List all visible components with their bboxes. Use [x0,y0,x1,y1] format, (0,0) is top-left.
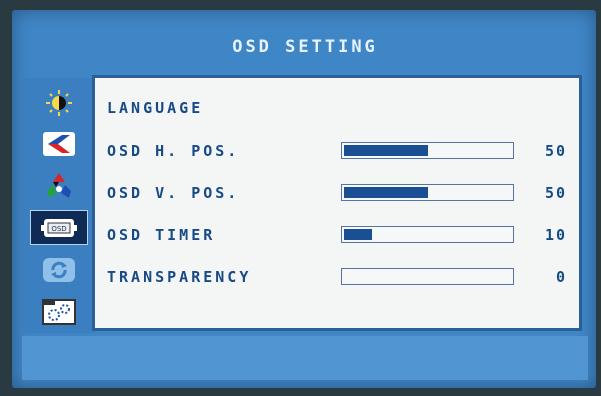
osd-timer-value: 10 [544,226,567,244]
osd-h-pos-slider[interactable] [341,142,514,159]
monitor-bezel: OSD SETTING OSD LANGUAGE OSD H. POS. 50 … [0,0,601,396]
osd-timer-fill [344,229,372,240]
osd-h-pos-label: OSD H. POS. [107,142,240,160]
sidebar-item-osd[interactable]: OSD [30,210,88,245]
osd-h-pos-fill [344,145,428,156]
row-transparency[interactable]: TRANSPARENCY 0 [107,265,567,289]
transparency-label: TRANSPARENCY [107,268,252,286]
row-language[interactable]: LANGUAGE [107,96,567,120]
osd-screen: OSD SETTING OSD LANGUAGE OSD H. POS. 50 … [12,10,596,388]
osd-v-pos-slider[interactable] [341,184,514,201]
image-position-icon [43,131,75,156]
sidebar-item-color[interactable] [30,168,88,203]
osd-h-pos-value: 50 [544,142,567,160]
osd-v-pos-label: OSD V. POS. [107,184,240,202]
row-osd-timer[interactable]: OSD TIMER 10 [107,223,567,247]
misc-settings-icon [42,298,76,325]
osd-icon: OSD [41,218,77,237]
brightness-contrast-icon [46,89,72,116]
language-label: LANGUAGE [107,99,204,117]
osd-content-panel: LANGUAGE OSD H. POS. 50 OSD V. POS. 50 O… [92,75,582,331]
osd-title: OSD SETTING [232,37,378,57]
osd-footer [22,336,588,380]
osd-v-pos-fill [344,187,428,198]
svg-text:OSD: OSD [51,225,66,233]
sidebar-item-brightness[interactable] [30,85,88,120]
row-osd-h-pos[interactable]: OSD H. POS. 50 [107,139,567,163]
osd-timer-slider[interactable] [341,226,514,243]
osd-sidebar: OSD [22,78,97,333]
sidebar-item-misc[interactable] [30,294,88,329]
osd-v-pos-value: 50 [544,184,567,202]
sidebar-item-reset[interactable] [30,252,88,287]
reset-icon [43,257,75,282]
transparency-slider[interactable] [341,268,514,285]
transparency-value: 0 [555,268,567,286]
row-osd-v-pos[interactable]: OSD V. POS. 50 [107,181,567,205]
osd-timer-label: OSD TIMER [107,226,216,244]
sidebar-item-image[interactable] [30,126,88,161]
color-icon [47,172,71,198]
